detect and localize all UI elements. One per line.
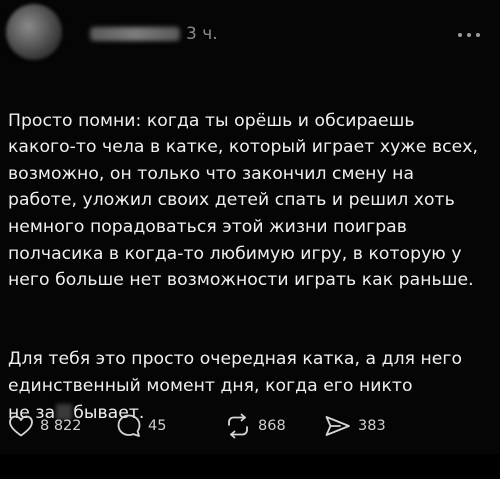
post-actions-bar: 8 822 45 868 383 [8, 410, 414, 442]
like-count: 8 822 [40, 418, 82, 434]
heart-icon [9, 415, 33, 437]
comment-count: 45 [148, 418, 167, 434]
repost-arrows-icon [228, 413, 248, 439]
post-paragraph-1: Просто помни: когда ты орёшь и обсираешь… [8, 110, 478, 291]
more-options-icon[interactable] [458, 33, 488, 39]
share-button[interactable]: 383 [324, 414, 414, 438]
repost-button[interactable]: 868 [224, 413, 324, 439]
comment-button[interactable]: 45 [116, 413, 224, 439]
thread-post: 3 ч. Просто помни: когда ты орёшь и обси… [0, 0, 500, 454]
repost-count: 868 [258, 418, 286, 434]
like-button[interactable]: 8 822 [8, 414, 116, 438]
dot [458, 33, 462, 37]
avatar[interactable] [6, 4, 62, 60]
comment-bubble-icon [117, 414, 141, 437]
share-count: 383 [358, 418, 386, 434]
send-paper-plane-icon [325, 416, 350, 436]
dot [476, 33, 480, 37]
post-timestamp: 3 ч. [186, 24, 218, 44]
dot [467, 33, 471, 37]
username-redacted[interactable] [90, 27, 180, 41]
